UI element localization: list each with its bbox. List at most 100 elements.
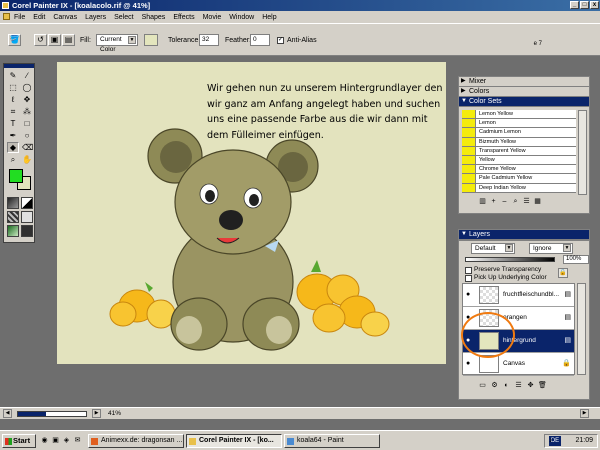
layer-row[interactable]: ● fruchtfleischundbl... ▤ [463,284,574,307]
tolerance-input[interactable]: 32 [199,34,219,46]
layer-mask-icon[interactable]: ◐ [502,381,511,391]
quicklaunch-mail-icon[interactable]: ✉ [73,436,82,445]
looks-selector-icon[interactable] [21,225,33,237]
menu-select[interactable]: Select [114,14,133,21]
color-set-item[interactable]: Cadmium Lemon [462,128,576,138]
anti-alias-checkbox[interactable]: ✓ [277,37,284,44]
color-set-item[interactable]: Pale Cadmium Yellow [462,174,576,184]
menu-file[interactable]: File [14,14,25,21]
weaving-selector-icon[interactable] [21,211,33,223]
layer-adjuster-icon[interactable]: ✥ [21,94,33,105]
menu-edit[interactable]: Edit [33,14,45,21]
lock-icon[interactable]: 🔒 [558,268,568,278]
new-layer-icon[interactable]: ▭ [478,381,487,391]
pattern-selector-icon[interactable] [7,211,19,223]
rectangle-shape-icon[interactable]: □ [21,118,33,129]
color-set-item[interactable]: Yellow [462,155,576,166]
lasso-icon[interactable]: ℓ [7,94,19,105]
color-set-item[interactable]: Transparent Yellow [462,146,576,156]
gradient-selector-icon[interactable] [21,197,33,209]
zoom-slider-fill [18,412,46,416]
dropper-icon[interactable]: ∕ [21,70,33,81]
eraser-icon[interactable]: ⌫ [21,142,33,153]
scroll-right-icon[interactable]: ▶ [580,409,589,418]
eye-icon[interactable]: ● [466,291,474,299]
grabber-icon[interactable]: ✋ [21,154,33,165]
fill-cell-icon[interactable]: ▤ [62,34,75,46]
preserve-transparency-label: Preserve Transparency [474,266,542,273]
quicklaunch-browser-icon[interactable]: ◉ [40,436,49,445]
document-icon[interactable] [3,13,10,20]
document-canvas[interactable]: Wir gehen nun zu unserem Hintergrundlaye… [57,62,446,364]
color-sets-scrollbar[interactable] [578,110,587,195]
paint-bucket-icon[interactable]: 🪣 [8,34,21,46]
paint-bucket-tool-icon[interactable]: ◆ [7,142,19,153]
text-icon[interactable]: T [7,118,19,129]
menu-window[interactable]: Window [229,14,254,21]
delete-color-icon[interactable]: – [500,197,509,207]
menu-layers[interactable]: Layers [85,14,106,21]
color-set-item[interactable]: Deep Indian Yellow [462,183,576,193]
rect-select-icon[interactable]: ⬚ [7,82,19,93]
pick-up-color-label: Pick Up Underlying Color [474,274,547,281]
grid-view-icon[interactable]: ▦ [533,197,542,207]
task-button-paint[interactable]: koala64 - Paint [284,434,380,448]
nozzle-selector-icon[interactable] [7,225,19,237]
task-button-browser[interactable]: Animexx.de: dragonsan ... [88,434,184,448]
quicklaunch-media-icon[interactable]: ◈ [62,436,71,445]
layer-commands-icon[interactable]: ☰ [514,381,523,391]
main-color-well[interactable] [9,169,23,183]
feather-input[interactable]: 0 [250,34,270,46]
zoom-out-icon[interactable]: ◀ [3,409,12,418]
delete-layer-icon[interactable]: 🗑 [538,381,547,391]
fill-color-swatch[interactable] [144,34,158,46]
zoom-slider[interactable] [17,411,87,417]
add-color-icon[interactable]: + [489,197,498,207]
volume-icon[interactable]: ♪ [549,435,553,447]
menu-shapes[interactable]: Shapes [142,14,166,21]
magic-wand-icon[interactable]: ⁂ [21,106,33,117]
opacity-value[interactable]: 100% [563,255,589,264]
opacity-slider[interactable] [465,257,555,262]
reset-tool-icon[interactable]: ↺ [34,34,47,46]
pen-icon[interactable]: ✒ [7,130,19,141]
zoom-in-icon[interactable]: ▶ [92,409,101,418]
menu-effects[interactable]: Effects [173,14,194,21]
task-button-painter[interactable]: Corel Painter IX - [ko... [186,434,282,448]
close-button[interactable]: x [590,1,599,9]
crop-icon[interactable]: ⌗ [7,106,19,117]
composite-method-select[interactable]: Default ▼ [471,243,515,254]
quicklaunch-desktop-icon[interactable]: ▣ [51,436,60,445]
menu-movie[interactable]: Movie [203,14,222,21]
color-set-item[interactable]: Lemon [462,119,576,129]
start-button[interactable]: Start [2,434,36,448]
fill-image-icon[interactable]: ▣ [48,34,61,46]
search-color-icon[interactable]: ⌕ [511,197,520,207]
paper-selector-icon[interactable] [7,197,19,209]
color-set-item[interactable]: Chrome Yellow [462,165,576,175]
brush-icon[interactable]: ✎ [7,70,19,81]
layers-panel-header[interactable]: ▼ Layers [458,229,590,240]
eye-icon[interactable]: ● [466,360,474,368]
dynamic-plugin-icon[interactable]: ⚙ [490,381,499,391]
minimize-button[interactable]: _ [570,1,579,9]
composite-depth-select[interactable]: Ignore ▼ [529,243,573,254]
layer-adjust-icon[interactable]: ✥ [526,381,535,391]
oval-select-icon[interactable]: ◯ [21,82,33,93]
menu-help[interactable]: Help [262,14,276,21]
window-title: Corel Painter IX - [koalacolo.rif @ 41%] [12,1,151,10]
layers-scrollbar[interactable] [577,283,586,375]
maximize-button[interactable]: □ [580,1,589,9]
pick-up-color-checkbox[interactable] [465,275,472,282]
color-set-item[interactable]: Bizmuth Yellow [462,137,576,147]
color-swatch [462,174,476,183]
list-view-icon[interactable]: ☰ [522,197,531,207]
color-set-item[interactable]: Lemon Yellow [462,110,576,120]
oval-shape-icon[interactable]: ○ [21,130,33,141]
preserve-transparency-checkbox[interactable] [465,267,472,274]
menu-canvas[interactable]: Canvas [53,14,77,21]
fill-source-select[interactable]: Current Color ▼ [96,34,138,53]
color-set-library-icon[interactable]: ▥ [478,197,487,207]
magnifier-icon[interactable]: ⌕ [7,154,19,165]
triangle-right-icon: ▶ [461,78,466,84]
